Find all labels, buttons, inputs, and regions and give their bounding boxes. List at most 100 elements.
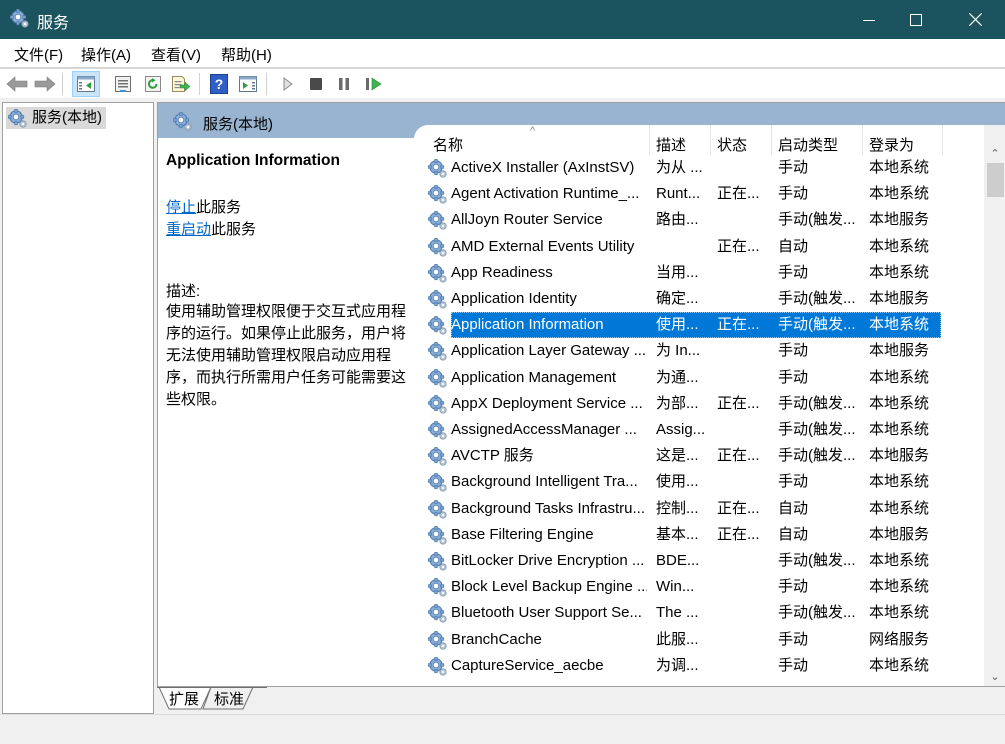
service-name: AssignedAccessManager ...	[451, 421, 637, 438]
service-row[interactable]: Bluetooth User Support Se... The ... 手动(触发…	[414, 600, 984, 626]
service-row[interactable]: Application Identity 确定... 手动(触发... 本地服务	[414, 286, 984, 312]
service-status: 正在...	[717, 394, 760, 412]
service-startup-type: 手动(触发...	[778, 290, 856, 307]
scroll-down-button[interactable]: ⌄	[984, 666, 1005, 686]
service-name: AVCTP 服务	[451, 447, 534, 465]
service-name: ActiveX Installer (AxInstSV)	[451, 159, 635, 176]
column-label: 启动类型	[778, 137, 839, 154]
service-name: App Readiness	[451, 263, 553, 281]
column-header-status[interactable]: 状态	[711, 125, 772, 155]
service-row[interactable]: AppX Deployment Service ... 为部... 正在... 手动(…	[414, 391, 984, 417]
service-row[interactable]: Block Level Backup Engine ... Win... 手动 本地系…	[414, 574, 984, 600]
service-row[interactable]: Application Management 为通... 手动 本地系统	[414, 365, 984, 391]
show-action-pane-button[interactable]	[236, 72, 260, 96]
service-row[interactable]: AMD External Events Utility 正在... 自动 本地系统	[414, 234, 984, 260]
help-button[interactable]: ?	[207, 72, 231, 96]
menu-action[interactable]: 操作(A)	[81, 44, 131, 65]
service-description: 为部...	[656, 394, 699, 412]
restart-service-link[interactable]: 重启动	[166, 221, 211, 238]
service-description: 使用...	[656, 473, 699, 491]
service-row[interactable]: CaptureService_aecbe 为调... 手动 本地系统	[414, 653, 984, 679]
gear-icon	[428, 238, 448, 258]
service-row[interactable]: AllJoyn Router Service 路由... 手动(触发... 本地服务	[414, 207, 984, 233]
service-log-on-as: 本地系统	[869, 394, 930, 412]
service-row[interactable]: Application Information 使用... 正在... 手动(触发..…	[414, 312, 984, 339]
menu-help[interactable]: 帮助(H)	[221, 44, 272, 65]
service-description: 当用...	[656, 263, 699, 281]
gear-icon	[428, 185, 448, 205]
service-status: 正在...	[717, 316, 760, 334]
column-label: 描述	[656, 137, 687, 154]
close-button[interactable]	[952, 0, 998, 39]
service-log-on-as: 本地系统	[869, 552, 930, 569]
export-list-button[interactable]	[169, 72, 193, 96]
service-row[interactable]: AVCTP 服务 这是... 正在... 手动(触发... 本地服务	[414, 443, 984, 469]
service-row[interactable]: BitLocker Drive Encryption ... BDE... 手动(触…	[414, 548, 984, 574]
service-status	[717, 417, 773, 443]
action-suffix: 此服务	[211, 221, 257, 238]
gear-icon	[428, 316, 448, 336]
gear-icon	[428, 657, 448, 677]
service-startup-type: 手动(触发...	[778, 211, 856, 229]
service-log-on-as: 本地系统	[869, 656, 930, 674]
column-header-name[interactable]: ^ 名称	[414, 125, 650, 155]
service-startup-type: 手动	[778, 630, 809, 648]
gear-icon	[428, 500, 448, 520]
menu-file[interactable]: 文件(F)	[14, 44, 63, 65]
show-hide-console-tree-button[interactable]	[72, 71, 100, 97]
stop-service-button[interactable]	[304, 72, 328, 96]
properties-button[interactable]	[111, 72, 135, 96]
service-row[interactable]: Background Tasks Infrastru... 控制... 正在... 自…	[414, 496, 984, 522]
title-bar: 服务	[0, 0, 1005, 39]
start-service-button[interactable]	[276, 72, 300, 96]
refresh-button[interactable]	[141, 72, 165, 96]
tree-item-services-local[interactable]: 服务(本地)	[6, 107, 106, 129]
minimize-button[interactable]	[846, 0, 892, 39]
service-row[interactable]: App Readiness 当用... 手动 本地系统	[414, 260, 984, 286]
service-row[interactable]: AssignedAccessManager ... Assig... 手动(触发..…	[414, 417, 984, 443]
service-description: The ...	[656, 604, 699, 622]
stop-service-link[interactable]: 停止	[166, 199, 196, 216]
back-button[interactable]	[5, 72, 29, 96]
menu-view[interactable]: 查看(V)	[151, 44, 201, 65]
service-log-on-as: 本地系统	[869, 473, 930, 491]
service-startup-type: 手动	[778, 578, 809, 596]
close-icon	[968, 13, 982, 26]
column-header-log-on-as[interactable]: 登录为	[863, 125, 943, 155]
service-row[interactable]: BranchCache 此服... 手动 网络服务	[414, 627, 984, 653]
menu-bar: 文件(F) 操作(A) 查看(V) 帮助(H)	[0, 39, 1005, 67]
scroll-up-button[interactable]: ⌃	[984, 143, 1005, 163]
service-log-on-as: 本地服务	[869, 447, 930, 465]
service-log-on-as: 本地服务	[869, 525, 930, 543]
service-row[interactable]: Background Intelligent Tra... 使用... 手动 本地系统	[414, 469, 984, 495]
service-name: AllJoyn Router Service	[451, 211, 603, 229]
service-status	[717, 260, 773, 286]
column-header-startup-type[interactable]: 启动类型	[772, 125, 863, 155]
vertical-scrollbar[interactable]: ⌃ ⌄	[984, 125, 1005, 686]
scrollbar-thumb[interactable]	[987, 163, 1004, 197]
service-name: Background Tasks Infrastru...	[451, 499, 645, 517]
tab-extended[interactable]: 扩展	[169, 689, 199, 713]
tab-standard[interactable]: 标准	[214, 689, 244, 713]
service-name: Application Layer Gateway ...	[451, 342, 647, 360]
service-status	[717, 653, 773, 679]
gear-icon	[428, 159, 448, 179]
maximize-button[interactable]	[893, 0, 939, 39]
gear-icon	[8, 109, 28, 129]
service-row[interactable]: Application Layer Gateway ... 为 In... 手动 本地…	[414, 338, 984, 364]
service-row[interactable]: Base Filtering Engine 基本... 正在... 自动 本地服务	[414, 522, 984, 548]
pause-service-button[interactable]	[332, 72, 356, 96]
service-row[interactable]: ActiveX Installer (AxInstSV) 为从 ... 手动 本地系统	[414, 155, 984, 181]
service-row[interactable]: Agent Activation Runtime_... Runt... 正在...…	[414, 181, 984, 207]
service-startup-type: 自动	[778, 237, 809, 255]
services-list: ^ 名称 描述 状态 启动类型 登录为 ActiveX Installer (A…	[414, 125, 1005, 686]
service-status	[717, 286, 773, 312]
service-description: 这是...	[656, 447, 699, 465]
restart-icon	[366, 77, 382, 91]
service-name: Bluetooth User Support Se...	[451, 604, 642, 622]
restart-service-button[interactable]	[362, 72, 386, 96]
description-text: 使用辅助管理权限便于交互式应用程序的运行。如果停止此服务，用户将无法使用辅助管理…	[166, 303, 407, 408]
column-header-description[interactable]: 描述	[650, 125, 711, 155]
service-status	[717, 155, 773, 181]
forward-button[interactable]	[33, 72, 57, 96]
